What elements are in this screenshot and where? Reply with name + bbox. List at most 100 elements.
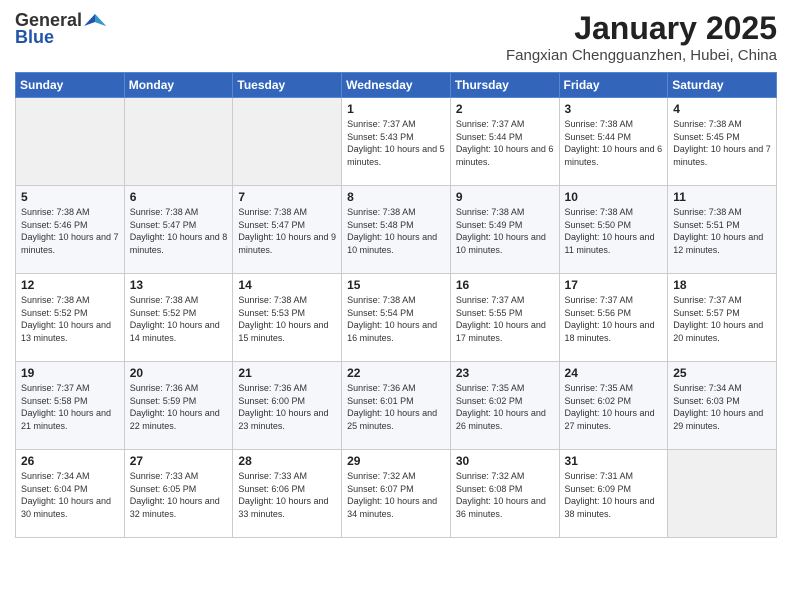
calendar-cell: 16 Sunrise: 7:37 AMSunset: 5:55 PMDayligh… <box>450 274 559 362</box>
day-number: 3 <box>565 102 663 116</box>
day-number: 9 <box>456 190 554 204</box>
calendar-cell: 11 Sunrise: 7:38 AMSunset: 5:51 PMDayligh… <box>668 186 777 274</box>
calendar-subtitle: Fangxian Chengguanzhen, Hubei, China <box>506 47 777 64</box>
day-number: 28 <box>238 454 336 468</box>
day-info: Sunrise: 7:36 AMSunset: 5:59 PMDaylight:… <box>130 382 228 432</box>
calendar-cell: 8Sunrise: 7:38 AMSunset: 5:48 PMDaylight… <box>342 186 451 274</box>
day-number: 6 <box>130 190 228 204</box>
day-info: Sunrise: 7:38 AMSunset: 5:49 PMDaylight:… <box>456 206 554 256</box>
day-info: Sunrise: 7:33 AMSunset: 6:06 PMDaylight:… <box>238 470 336 520</box>
day-number: 7 <box>238 190 336 204</box>
day-info: Sunrise: 7:35 AMSunset: 6:02 PMDaylight:… <box>456 382 554 432</box>
calendar-cell: 17 Sunrise: 7:37 AMSunset: 5:56 PMDayligh… <box>559 274 668 362</box>
day-info: Sunrise: 7:37 AMSunset: 5:56 PMDaylight:… <box>565 294 663 344</box>
day-number: 31 <box>565 454 663 468</box>
day-number: 25 <box>673 366 771 380</box>
header-row: SundayMondayTuesdayWednesdayThursdayFrid… <box>16 73 777 98</box>
day-number: 11 <box>673 190 771 204</box>
day-number: 14 <box>238 278 336 292</box>
day-number: 10 <box>565 190 663 204</box>
day-info: Sunrise: 7:37 AMSunset: 5:43 PMDaylight:… <box>347 118 445 168</box>
day-info: Sunrise: 7:36 AMSunset: 6:01 PMDaylight:… <box>347 382 445 432</box>
calendar-cell: 19 Sunrise: 7:37 AMSunset: 5:58 PMDayligh… <box>16 362 125 450</box>
day-info: Sunrise: 7:37 AMSunset: 5:58 PMDaylight:… <box>21 382 119 432</box>
calendar-cell: 3 Sunrise: 7:38 AMSunset: 5:44 PMDaylight… <box>559 98 668 186</box>
day-info: Sunrise: 7:32 AMSunset: 6:07 PMDaylight:… <box>347 470 445 520</box>
calendar-table: SundayMondayTuesdayWednesdayThursdayFrid… <box>15 72 777 538</box>
logo-blue: Blue <box>15 27 54 48</box>
day-number: 12 <box>21 278 119 292</box>
calendar-cell: 5 Sunrise: 7:38 AMSunset: 5:46 PMDaylight… <box>16 186 125 274</box>
day-number: 30 <box>456 454 554 468</box>
weekday-header-monday: Monday <box>124 73 233 98</box>
day-number: 16 <box>456 278 554 292</box>
calendar-week-1: 1 Sunrise: 7:37 AMSunset: 5:43 PMDaylight… <box>16 98 777 186</box>
calendar-cell <box>668 450 777 538</box>
day-number: 5 <box>21 190 119 204</box>
day-number: 29 <box>347 454 445 468</box>
weekday-header-wednesday: Wednesday <box>342 73 451 98</box>
day-info: Sunrise: 7:38 AMSunset: 5:52 PMDaylight:… <box>130 294 228 344</box>
weekday-header-saturday: Saturday <box>668 73 777 98</box>
day-info: Sunrise: 7:38 AMSunset: 5:45 PMDaylight:… <box>673 118 771 168</box>
day-info: Sunrise: 7:33 AMSunset: 6:05 PMDaylight:… <box>130 470 228 520</box>
calendar-cell: 22Sunrise: 7:36 AMSunset: 6:01 PMDayligh… <box>342 362 451 450</box>
logo-bird-icon <box>84 12 106 30</box>
day-info: Sunrise: 7:38 AMSunset: 5:52 PMDaylight:… <box>21 294 119 344</box>
day-info: Sunrise: 7:35 AMSunset: 6:02 PMDaylight:… <box>565 382 663 432</box>
day-info: Sunrise: 7:34 AMSunset: 6:03 PMDaylight:… <box>673 382 771 432</box>
calendar-cell: 20 Sunrise: 7:36 AMSunset: 5:59 PMDayligh… <box>124 362 233 450</box>
weekday-header-thursday: Thursday <box>450 73 559 98</box>
day-info: Sunrise: 7:38 AMSunset: 5:54 PMDaylight:… <box>347 294 445 344</box>
day-number: 20 <box>130 366 228 380</box>
day-info: Sunrise: 7:37 AMSunset: 5:55 PMDaylight:… <box>456 294 554 344</box>
day-info: Sunrise: 7:38 AMSunset: 5:47 PMDaylight:… <box>238 206 336 256</box>
logo: General Blue <box>15 10 106 48</box>
calendar-cell: 27Sunrise: 7:33 AMSunset: 6:05 PMDayligh… <box>124 450 233 538</box>
title-block: January 2025 Fangxian Chengguanzhen, Hub… <box>506 10 777 64</box>
day-info: Sunrise: 7:38 AMSunset: 5:50 PMDaylight:… <box>565 206 663 256</box>
day-number: 17 <box>565 278 663 292</box>
day-info: Sunrise: 7:34 AMSunset: 6:04 PMDaylight:… <box>21 470 119 520</box>
calendar-cell: 26Sunrise: 7:34 AMSunset: 6:04 PMDayligh… <box>16 450 125 538</box>
page-header: General Blue January 2025 Fangxian Cheng… <box>15 10 777 64</box>
calendar-header: SundayMondayTuesdayWednesdayThursdayFrid… <box>16 73 777 98</box>
day-info: Sunrise: 7:38 AMSunset: 5:51 PMDaylight:… <box>673 206 771 256</box>
day-info: Sunrise: 7:32 AMSunset: 6:08 PMDaylight:… <box>456 470 554 520</box>
day-info: Sunrise: 7:37 AMSunset: 5:57 PMDaylight:… <box>673 294 771 344</box>
day-info: Sunrise: 7:31 AMSunset: 6:09 PMDaylight:… <box>565 470 663 520</box>
day-info: Sunrise: 7:38 AMSunset: 5:44 PMDaylight:… <box>565 118 663 168</box>
day-number: 19 <box>21 366 119 380</box>
calendar-week-3: 12 Sunrise: 7:38 AMSunset: 5:52 PMDayligh… <box>16 274 777 362</box>
calendar-cell <box>124 98 233 186</box>
day-info: Sunrise: 7:38 AMSunset: 5:46 PMDaylight:… <box>21 206 119 256</box>
calendar-week-4: 19 Sunrise: 7:37 AMSunset: 5:58 PMDayligh… <box>16 362 777 450</box>
calendar-cell: 23 Sunrise: 7:35 AMSunset: 6:02 PMDayligh… <box>450 362 559 450</box>
calendar-week-2: 5 Sunrise: 7:38 AMSunset: 5:46 PMDaylight… <box>16 186 777 274</box>
calendar-title: January 2025 <box>506 10 777 47</box>
day-number: 24 <box>565 366 663 380</box>
weekday-header-friday: Friday <box>559 73 668 98</box>
weekday-header-tuesday: Tuesday <box>233 73 342 98</box>
calendar-cell: 25 Sunrise: 7:34 AMSunset: 6:03 PMDayligh… <box>668 362 777 450</box>
calendar-cell: 18Sunrise: 7:37 AMSunset: 5:57 PMDayligh… <box>668 274 777 362</box>
day-info: Sunrise: 7:38 AMSunset: 5:48 PMDaylight:… <box>347 206 445 256</box>
calendar-cell <box>16 98 125 186</box>
calendar-cell: 29 Sunrise: 7:32 AMSunset: 6:07 PMDayligh… <box>342 450 451 538</box>
day-number: 13 <box>130 278 228 292</box>
day-number: 4 <box>673 102 771 116</box>
day-number: 1 <box>347 102 445 116</box>
day-number: 23 <box>456 366 554 380</box>
day-info: Sunrise: 7:37 AMSunset: 5:44 PMDaylight:… <box>456 118 554 168</box>
calendar-cell: 6Sunrise: 7:38 AMSunset: 5:47 PMDaylight… <box>124 186 233 274</box>
calendar-cell: 9 Sunrise: 7:38 AMSunset: 5:49 PMDaylight… <box>450 186 559 274</box>
day-info: Sunrise: 7:36 AMSunset: 6:00 PMDaylight:… <box>238 382 336 432</box>
day-number: 21 <box>238 366 336 380</box>
calendar-cell: 1 Sunrise: 7:37 AMSunset: 5:43 PMDaylight… <box>342 98 451 186</box>
calendar-cell: 31 Sunrise: 7:31 AMSunset: 6:09 PMDayligh… <box>559 450 668 538</box>
calendar-cell: 2Sunrise: 7:37 AMSunset: 5:44 PMDaylight… <box>450 98 559 186</box>
calendar-cell: 24 Sunrise: 7:35 AMSunset: 6:02 PMDayligh… <box>559 362 668 450</box>
calendar-cell: 4 Sunrise: 7:38 AMSunset: 5:45 PMDaylight… <box>668 98 777 186</box>
calendar-cell: 7 Sunrise: 7:38 AMSunset: 5:47 PMDaylight… <box>233 186 342 274</box>
calendar-body: 1 Sunrise: 7:37 AMSunset: 5:43 PMDaylight… <box>16 98 777 538</box>
